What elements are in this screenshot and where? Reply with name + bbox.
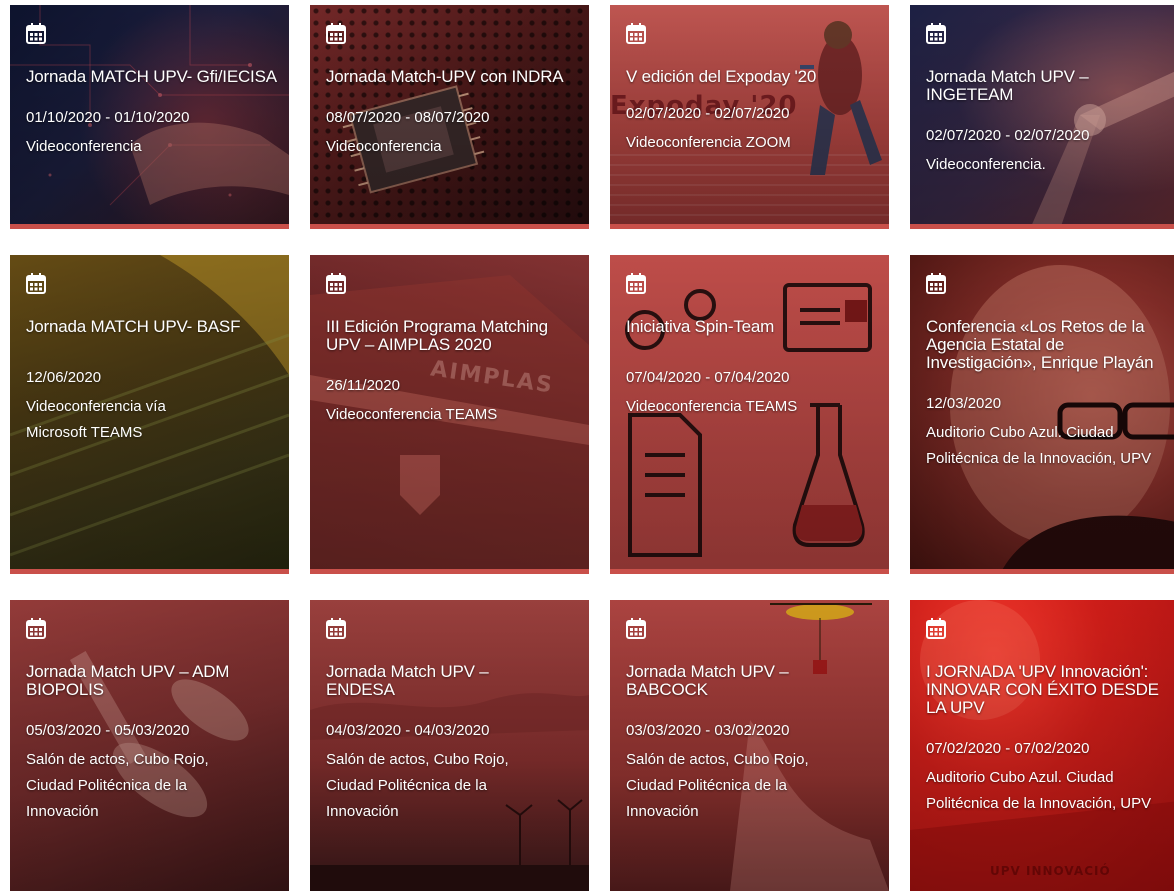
event-card[interactable]: Jornada Match UPV – ENDESA 04/03/2020 - … <box>310 600 589 891</box>
calendar-icon <box>326 273 346 294</box>
event-date: 02/07/2020 - 02/07/2020 <box>626 105 790 122</box>
calendar-icon <box>626 273 646 294</box>
event-location: Videoconferencia. <box>926 156 1046 173</box>
event-card[interactable]: Conferencia «Los Retos de la Agencia Est… <box>910 255 1174 574</box>
event-title[interactable]: Jornada Match UPV – ENDESA <box>326 663 526 699</box>
event-content: Jornada Match UPV – INGETEAM 02/07/2020 … <box>926 23 1174 178</box>
calendar-icon <box>326 23 346 44</box>
event-title[interactable]: Jornada Match UPV – ADM BIOPOLIS <box>26 663 266 699</box>
event-location: Videoconferencia TEAMS <box>326 406 498 423</box>
event-date: 26/11/2020 <box>326 377 400 394</box>
calendar-icon <box>26 23 46 44</box>
event-title[interactable]: Jornada Match UPV – INGETEAM <box>926 68 1174 104</box>
event-title[interactable]: Jornada MATCH UPV- BASF <box>26 318 279 336</box>
event-date: 04/03/2020 - 04/03/2020 <box>326 722 490 739</box>
event-content: Conferencia «Los Retos de la Agencia Est… <box>926 273 1174 472</box>
event-title[interactable]: Jornada MATCH UPV- Gfi/IECISA <box>26 68 279 86</box>
event-date: 05/03/2020 - 05/03/2020 <box>26 722 190 739</box>
event-content: I JORNADA 'UPV Innovación': INNOVAR CON … <box>926 618 1174 817</box>
event-title[interactable]: Jornada Match-UPV con INDRA <box>326 68 579 86</box>
calendar-icon <box>926 273 946 294</box>
event-card[interactable]: Iniciativa Spin-Team 07/04/2020 - 07/04/… <box>610 255 889 574</box>
event-title[interactable]: Jornada Match UPV – BABCOCK <box>626 663 826 699</box>
event-card[interactable]: Jornada Match UPV – BABCOCK 03/03/2020 -… <box>610 600 889 891</box>
event-title[interactable]: I JORNADA 'UPV Innovación': INNOVAR CON … <box>926 663 1174 717</box>
event-content: Jornada Match-UPV con INDRA 08/07/2020 -… <box>326 23 579 160</box>
event-card[interactable]: Jornada Match UPV – INGETEAM 02/07/2020 … <box>910 5 1174 229</box>
calendar-icon <box>26 618 46 639</box>
event-date: 02/07/2020 - 02/07/2020 <box>926 127 1090 144</box>
event-content: Jornada Match UPV – BABCOCK 03/03/2020 -… <box>626 618 879 825</box>
calendar-icon <box>326 618 346 639</box>
calendar-icon <box>926 618 946 639</box>
event-content: III Edición Programa Matching UPV – AIMP… <box>326 273 579 428</box>
event-title[interactable]: Conferencia «Los Retos de la Agencia Est… <box>926 318 1174 372</box>
event-date: 03/03/2020 - 03/02/2020 <box>626 722 790 739</box>
event-date: 12/06/2020 <box>26 369 102 386</box>
event-title[interactable]: Iniciativa Spin-Team <box>626 318 879 336</box>
event-location: Auditorio Cubo Azul. Ciudad Politécnica … <box>926 424 1152 467</box>
event-location: Videoconferencia ZOOM <box>626 134 791 151</box>
event-title[interactable]: III Edición Programa Matching UPV – AIMP… <box>326 318 556 354</box>
event-location: Videoconferencia vía Microsoft TEAMS <box>26 398 166 441</box>
event-content: Iniciativa Spin-Team 07/04/2020 - 07/04/… <box>626 273 879 420</box>
event-card[interactable]: Jornada MATCH UPV- BASF 12/06/2020 Video… <box>10 255 289 574</box>
event-location: Videoconferencia TEAMS <box>626 398 798 415</box>
event-card[interactable]: Jornada Match UPV – ADM BIOPOLIS 05/03/2… <box>10 600 289 891</box>
event-content: Jornada MATCH UPV- Gfi/IECISA 01/10/2020… <box>26 23 279 160</box>
event-date: 01/10/2020 - 01/10/2020 <box>26 109 190 126</box>
event-location: Auditorio Cubo Azul. Ciudad Politécnica … <box>926 769 1152 812</box>
event-card[interactable]: Jornada Match-UPV con INDRA 08/07/2020 -… <box>310 5 589 229</box>
event-location: Videoconferencia <box>326 138 442 155</box>
events-grid: Jornada MATCH UPV- Gfi/IECISA 01/10/2020… <box>0 0 1174 891</box>
event-card[interactable]: Expoday '20 V edición del Expoday '20 02… <box>610 5 889 229</box>
event-date: 07/02/2020 - 07/02/2020 <box>926 740 1090 757</box>
event-location: Videoconferencia <box>26 138 142 155</box>
event-content: Jornada Match UPV – ADM BIOPOLIS 05/03/2… <box>26 618 279 825</box>
event-card[interactable]: UPV INNOVACIÓ I JORNADA 'UPV Innovación'… <box>910 600 1174 891</box>
event-location: Salón de actos, Cubo Rojo, Ciudad Polité… <box>26 751 209 820</box>
event-content: Jornada MATCH UPV- BASF 12/06/2020 Video… <box>26 273 279 446</box>
event-card[interactable]: Jornada MATCH UPV- Gfi/IECISA 01/10/2020… <box>10 5 289 229</box>
event-date: 12/03/2020 <box>926 395 1002 412</box>
event-date: 07/04/2020 - 07/04/2020 <box>626 369 790 386</box>
event-content: Jornada Match UPV – ENDESA 04/03/2020 - … <box>326 618 579 825</box>
calendar-icon <box>26 273 46 294</box>
event-title[interactable]: V edición del Expoday '20 <box>626 68 879 86</box>
calendar-icon <box>926 23 946 44</box>
event-location: Salón de actos, Cubo Rojo, Ciudad Polité… <box>626 751 809 820</box>
event-card[interactable]: AIMPLAS III Edición Programa Matching UP… <box>310 255 589 574</box>
event-content: V edición del Expoday '20 02/07/2020 - 0… <box>626 23 879 156</box>
event-location: Salón de actos, Cubo Rojo, Ciudad Polité… <box>326 751 509 820</box>
event-date: 08/07/2020 - 08/07/2020 <box>326 109 490 126</box>
calendar-icon <box>626 23 646 44</box>
calendar-icon <box>626 618 646 639</box>
